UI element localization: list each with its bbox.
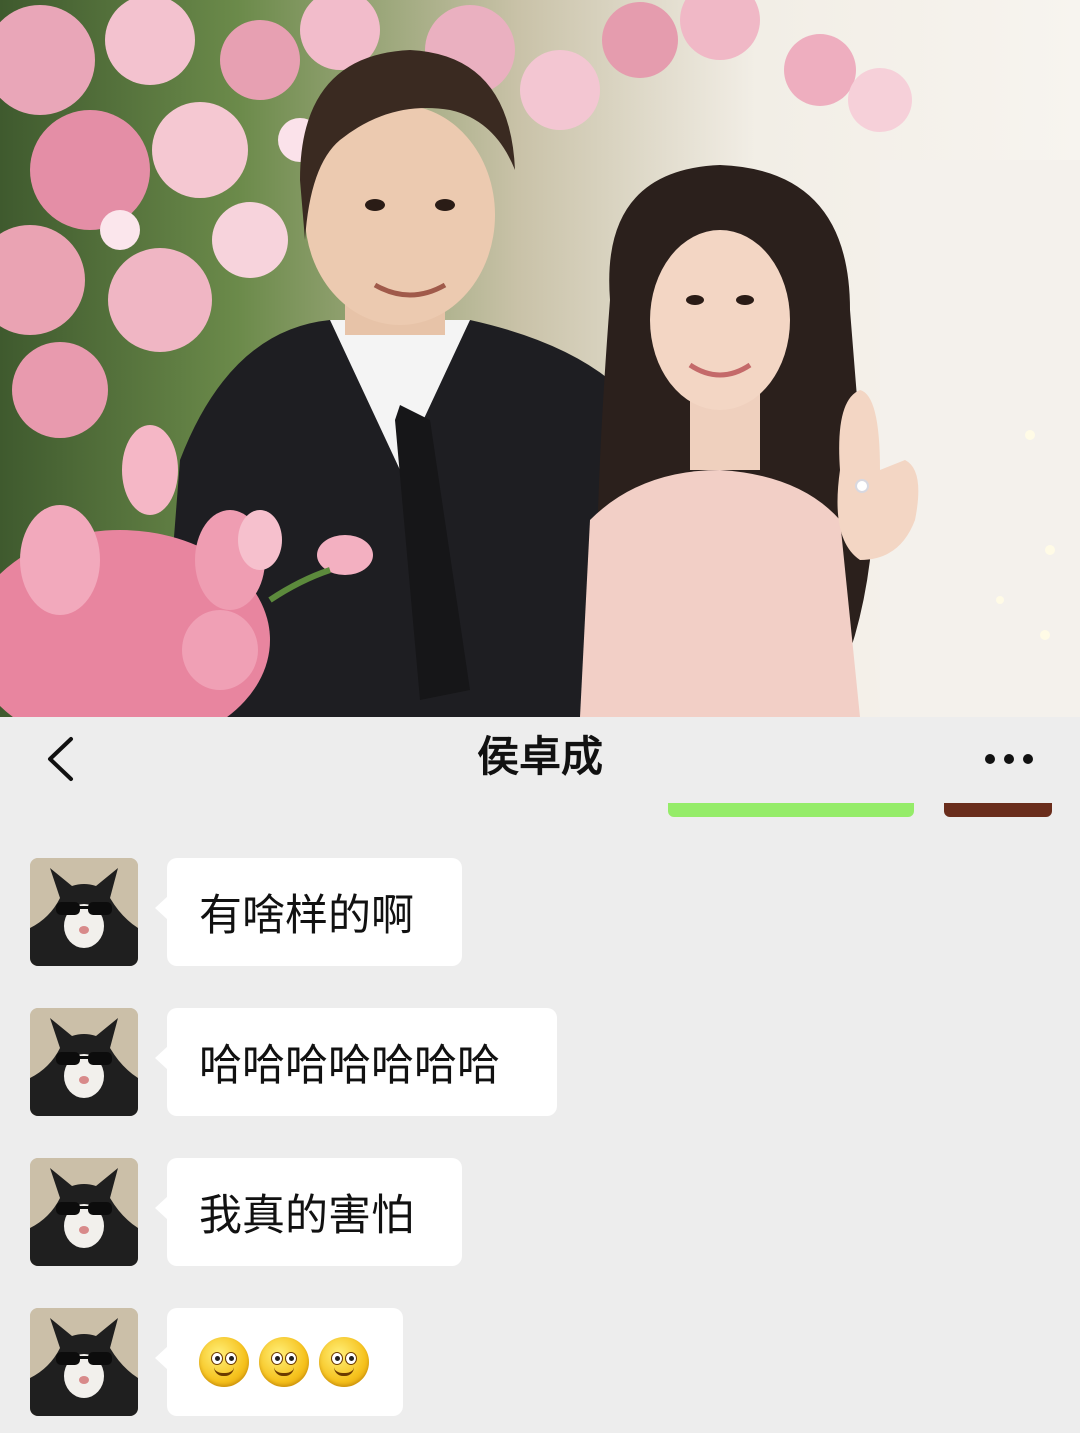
couple-photo xyxy=(0,0,1080,717)
contact-avatar[interactable] xyxy=(30,1308,138,1416)
ellipsis-icon xyxy=(1023,754,1033,764)
smile-emoji-icon xyxy=(199,1337,249,1387)
contact-avatar[interactable] xyxy=(30,1008,138,1116)
cat-avatar-icon xyxy=(30,1308,138,1416)
ellipsis-icon xyxy=(1004,754,1014,764)
contact-avatar[interactable] xyxy=(30,1158,138,1266)
message-row xyxy=(0,1308,1080,1420)
message-text: 哈哈哈哈哈哈哈 xyxy=(199,1041,500,1091)
message-row: 有啥样的啊 xyxy=(0,858,1080,970)
previous-outgoing-bubble xyxy=(668,803,914,817)
photo-illustration xyxy=(0,0,1080,717)
cat-avatar-icon xyxy=(30,1008,138,1116)
message-bubble[interactable] xyxy=(155,1308,403,1416)
smile-emoji-icon xyxy=(259,1337,309,1387)
contact-avatar[interactable] xyxy=(30,858,138,966)
message-row: 哈哈哈哈哈哈哈 xyxy=(0,1008,1080,1120)
chat-header: 侯卓成 xyxy=(0,717,1080,805)
message-bubble[interactable]: 哈哈哈哈哈哈哈 xyxy=(155,1008,557,1116)
smile-emoji-icon xyxy=(319,1337,369,1387)
emoji-group xyxy=(199,1337,369,1387)
message-row: 我真的害怕 xyxy=(0,1158,1080,1270)
message-text: 我真的害怕 xyxy=(199,1191,414,1241)
message-bubble[interactable]: 有啥样的啊 xyxy=(155,858,462,966)
ellipsis-icon xyxy=(985,754,995,764)
cat-avatar-icon xyxy=(30,1158,138,1266)
chat-title: 侯卓成 xyxy=(476,732,603,781)
cat-avatar-icon xyxy=(30,858,138,966)
message-bubble[interactable]: 我真的害怕 xyxy=(155,1158,462,1266)
curtain xyxy=(880,160,1080,717)
woman-figure xyxy=(580,165,919,717)
more-options-button[interactable] xyxy=(974,729,1044,789)
message-text: 有啥样的啊 xyxy=(199,891,414,941)
previous-image-message xyxy=(944,803,1052,817)
